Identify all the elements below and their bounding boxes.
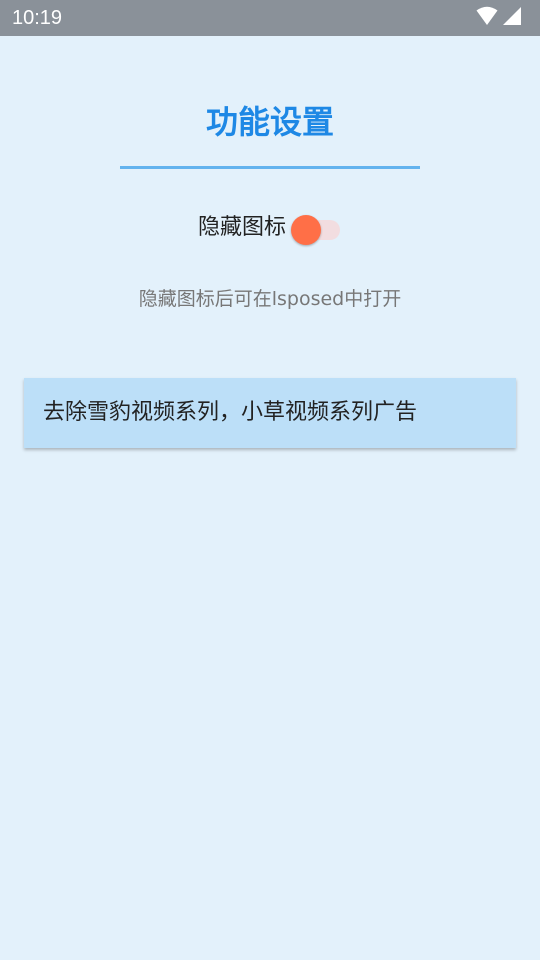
feature-label: 去除雪豹视频系列，小草视频系列广告 xyxy=(43,400,418,425)
hide-icon-hint: 隐藏图标后可在lsposed中打开 xyxy=(138,288,402,310)
status-time: 10:19 xyxy=(12,7,63,29)
switch-thumb[interactable] xyxy=(291,215,321,245)
page-title: 功能设置 xyxy=(205,103,334,141)
status-icons xyxy=(476,6,522,30)
hide-icon-setting: 隐藏图标 xyxy=(0,208,540,248)
cellular-signal-icon xyxy=(502,6,522,30)
title-underline xyxy=(120,166,420,169)
status-bar: 10:19 xyxy=(0,0,540,36)
hide-icon-switch[interactable] xyxy=(290,211,342,245)
remove-ads-feature-item[interactable]: 去除雪豹视频系列，小草视频系列广告 xyxy=(24,378,516,448)
wifi-icon xyxy=(476,6,498,30)
hide-icon-label: 隐藏图标 xyxy=(197,215,286,240)
